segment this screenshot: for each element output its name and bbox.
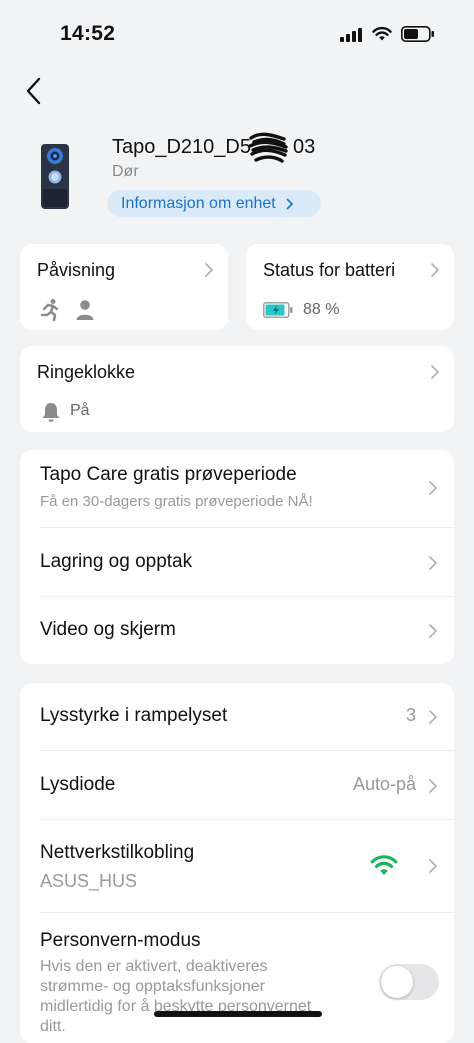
device-name-suffix: 03 [293,136,316,158]
doorbell-device-image [41,144,69,209]
network-label: Nettverkstilkobling [40,842,195,863]
running-person-icon [40,299,59,322]
privacy-description-line: ditt. [40,1018,66,1035]
device-room: Dør [112,163,139,180]
chevron-right-icon [429,710,437,724]
led-label: Lysdiode [40,774,116,795]
detection-label: Påvisning [37,260,116,280]
status-battery-icon [401,26,434,42]
back-chevron-icon[interactable] [20,76,50,106]
spotlight-row[interactable]: Lysstyrke i rampelyset 3 [20,683,454,750]
storage-row[interactable]: Lagring og opptak [20,528,454,596]
settings-card: Lysstyrke i rampelyset 3 Lysdiode Auto-p… [20,683,454,1043]
chevron-right-icon [429,779,437,793]
battery-value: 88 % [303,301,340,318]
bell-icon [42,403,60,422]
spotlight-value: 3 [405,705,416,725]
chevron-right-icon [429,859,437,873]
privacy-row: Personvern-modus Hvis den er aktivert, d… [20,913,454,1043]
doorbell-card[interactable]: Ringeklokke På [20,346,454,432]
services-card: Tapo Care gratis prøveperiode Få en 30-d… [20,450,454,664]
tapo-care-row[interactable]: Tapo Care gratis prøveperiode Få en 30-d… [20,450,454,527]
video-label: Video og skjerm [40,619,176,640]
cellular-signal-icon [340,28,362,42]
battery-card[interactable]: Status for batteri 88 % [246,244,454,330]
doorbell-label: Ringeklokke [37,362,136,382]
redaction-scribble [248,132,288,163]
doorbell-state: På [70,402,90,419]
battery-label: Status for batteri [263,260,396,280]
led-value: Auto-på [352,774,416,794]
toggle-knob [381,966,413,998]
privacy-mode-toggle[interactable] [379,964,439,1000]
device-info-label: Informasjon om enhet [121,194,276,212]
chevron-right-icon [429,481,437,495]
privacy-description-line: strømme- og opptaksfunksjoner [40,978,265,995]
storage-label: Lagring og opptak [40,551,193,572]
wifi-icon [370,855,398,875]
status-time: 14:52 [60,22,116,45]
status-bar: 14:52 [0,0,474,70]
tapo-care-subtitle: Få en 30-dagers gratis prøveperiode NÅ! [40,493,313,510]
chevron-right-icon [429,624,437,638]
privacy-description-line: Hvis den er aktivert, deaktiveres [40,958,268,975]
chevron-right-icon [205,263,213,277]
chevron-right-icon [286,198,293,209]
privacy-label: Personvern-modus [40,930,201,951]
chevron-right-icon [431,365,439,379]
tapo-care-title: Tapo Care gratis prøveperiode [40,464,297,485]
network-row[interactable]: Nettverkstilkobling ASUS_HUS [20,820,454,912]
led-row[interactable]: Lysdiode Auto-på [20,751,454,819]
spotlight-label: Lysstyrke i rampelyset [40,705,228,726]
device-name-prefix: Tapo_D210_D5 [112,136,251,158]
network-ssid: ASUS_HUS [40,871,138,891]
person-icon [76,300,94,320]
home-indicator[interactable] [154,1011,322,1017]
status-wifi-icon [372,26,392,41]
video-row[interactable]: Video og skjerm [20,597,454,664]
detection-card[interactable]: Påvisning [20,244,228,330]
chevron-right-icon [431,263,439,277]
chevron-right-icon [429,556,437,570]
device-info-button[interactable]: Informasjon om enhet [107,190,321,217]
battery-charging-icon [263,302,293,318]
